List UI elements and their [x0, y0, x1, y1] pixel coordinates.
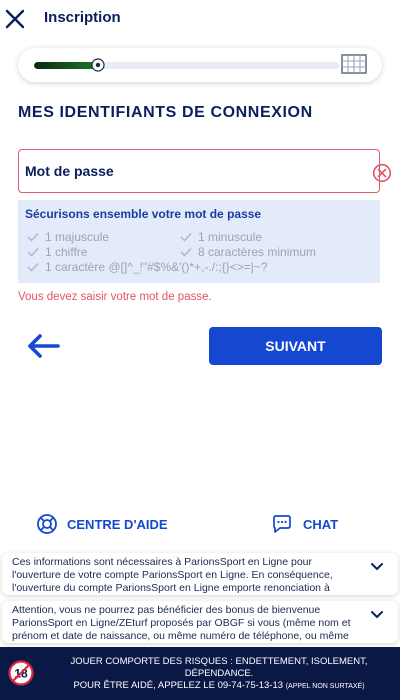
rule-label: 1 minuscule	[198, 230, 263, 244]
password-rules: Sécurisons ensemble votre mot de passe 1…	[18, 200, 380, 283]
football-icon	[91, 58, 105, 72]
next-button[interactable]: Suivant	[209, 327, 382, 365]
chevron-down-icon[interactable]	[370, 610, 384, 620]
section-title: Mes identifiants de connexion	[18, 104, 313, 121]
check-icon	[180, 247, 192, 257]
info-card-bonus: Attention, vous ne pourrez pas bénéficie…	[2, 601, 398, 643]
chevron-down-icon[interactable]	[370, 562, 384, 572]
check-icon	[27, 247, 39, 257]
check-icon	[27, 262, 39, 272]
rule-digit: 1 chiffre	[27, 245, 87, 259]
footer-phone-line: Pour être aidé, appelez le 09-74-75-13-1…	[73, 680, 284, 691]
rule-special-char: 1 caractère @[]^_!"#$%&'()*+,-./:;{}<>=|…	[27, 260, 268, 274]
error-message: Vous devez saisir votre mot de passe.	[18, 291, 212, 303]
error-icon[interactable]	[372, 163, 392, 183]
rule-label: 1 majuscule	[45, 230, 110, 244]
progress-track	[34, 62, 339, 69]
page-title: Inscription	[44, 9, 121, 26]
check-icon	[27, 232, 39, 242]
rule-label: 1 caractère @[]^_!"#$%&'()*+,-./:;{}<>=|…	[45, 260, 268, 274]
check-icon	[180, 232, 192, 242]
help-center-label: Centre d'aide	[67, 516, 168, 532]
footer-text: Jouer comporte des risques : endettement…	[44, 656, 394, 693]
password-field	[18, 149, 392, 193]
goal-net-icon	[341, 54, 367, 74]
rules-title: Sécurisons ensemble votre mot de passe	[25, 207, 262, 221]
rule-uppercase: 1 majuscule	[27, 230, 109, 244]
header: Inscription	[0, 0, 400, 40]
back-arrow-icon[interactable]	[26, 333, 60, 359]
responsible-gaming-footer: 18 Jouer comporte des risques : endettem…	[0, 647, 400, 700]
info-card-text: Attention, vous ne pourrez pas bénéficie…	[12, 604, 351, 642]
chat-bubble-icon	[273, 515, 291, 533]
rule-label: 1 chiffre	[45, 245, 88, 259]
lifebuoy-icon	[37, 514, 57, 534]
rule-min-length: 8 caractères minimum	[180, 245, 316, 259]
footer-line-2: Pour être aidé, appelez le 09-74-75-13-1…	[44, 680, 394, 693]
close-icon[interactable]	[4, 8, 26, 30]
progress-card	[18, 48, 382, 82]
footer-call-note: (appel non surtaxé)	[285, 683, 365, 690]
info-card-text: Ces informations sont nécessaires à Pari…	[12, 556, 333, 594]
rule-label: 8 caractères minimum	[198, 245, 317, 259]
chat-label: Chat	[303, 516, 339, 532]
age-restriction-18-icon: 18	[8, 660, 34, 686]
help-center-link[interactable]: Centre d'aide	[36, 513, 168, 535]
password-input[interactable]	[25, 158, 365, 184]
footer-line-1: Jouer comporte des risques : endettement…	[70, 656, 368, 679]
chat-link[interactable]: Chat	[271, 513, 338, 535]
rule-lowercase: 1 minuscule	[180, 230, 262, 244]
info-card-account: Ces informations sont nécessaires à Pari…	[2, 553, 398, 595]
